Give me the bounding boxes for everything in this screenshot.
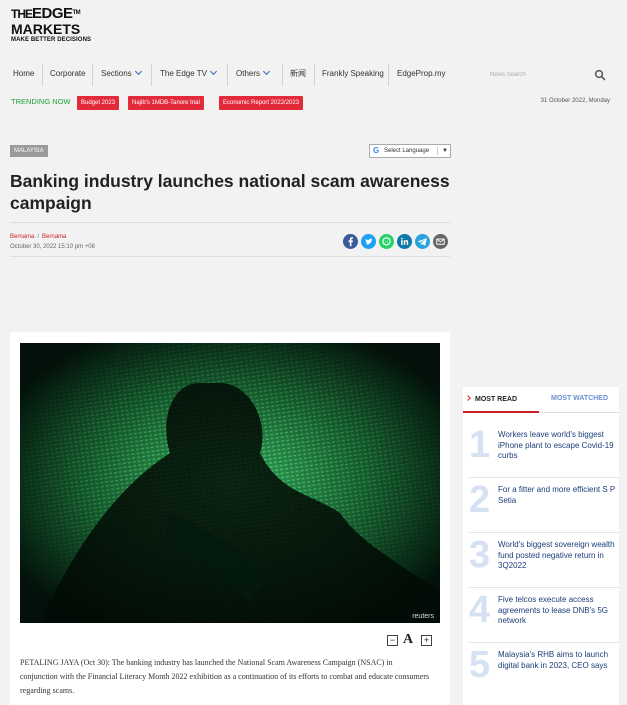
nav-divider <box>314 64 315 86</box>
nav-edgeprop[interactable]: EdgeProp.my <box>397 62 445 88</box>
publish-date: October 30, 2022 15:10 pm +08 <box>10 244 95 250</box>
logo-line2: MARKETS <box>11 21 81 37</box>
rank-number: 4 <box>469 589 491 631</box>
language-selector[interactable]: G Select Language ▼ <box>369 144 451 158</box>
nav-others[interactable]: Others <box>236 62 271 88</box>
image-credit: reuters <box>412 613 434 620</box>
tab-most-read[interactable]: MOST READ <box>465 395 517 403</box>
current-date: 31 October 2022, Monday <box>540 98 610 104</box>
nav-divider <box>151 64 152 86</box>
search-input[interactable] <box>483 66 587 84</box>
most-read-headline[interactable]: Five telcos execute access agreements to… <box>498 595 618 627</box>
facebook-icon[interactable] <box>343 234 358 249</box>
nav-sections[interactable]: Sections <box>101 62 142 88</box>
active-tab-indicator <box>463 411 539 413</box>
language-selector-label: Select Language <box>384 148 430 154</box>
trending-tag[interactable]: Economic Report 2022/2023 <box>219 96 304 110</box>
trending-label: TRENDING NOW <box>11 97 71 106</box>
google-icon: G <box>373 146 380 155</box>
site-header: THEEDGETM MARKETS MAKE BETTER DECISIONS <box>0 0 627 52</box>
sidebar-tabs: MOST READ MOST WATCHED <box>463 387 619 413</box>
rank-number: 5 <box>469 644 491 686</box>
nav-corporate[interactable]: Corporate <box>50 62 86 88</box>
byline-separator: / <box>37 234 40 240</box>
rank-number: 2 <box>469 479 491 521</box>
nav-divider <box>227 64 228 86</box>
byline: Bernama / Bernama <box>10 234 66 240</box>
nav-frankly-speaking[interactable]: Frankly Speaking <box>322 62 384 88</box>
telegram-icon[interactable] <box>415 234 430 249</box>
chevron-right-icon <box>465 395 471 401</box>
nav-divider <box>92 64 93 86</box>
most-read-item[interactable]: 2 For a fitter and more efficient S P Se… <box>469 478 619 533</box>
most-read-item[interactable]: 1 Workers leave world's biggest iPhone p… <box>469 423 619 478</box>
divider <box>10 222 450 223</box>
article-image[interactable]: reuters <box>20 343 440 623</box>
rank-number: 1 <box>469 424 491 466</box>
author-link[interactable]: Bernama <box>10 234 34 240</box>
chevron-down-icon <box>134 67 142 76</box>
trending-tag[interactable]: Budget 2023 <box>77 96 120 110</box>
nav-divider <box>282 64 283 86</box>
article-content: reuters − A + PETALING JAYA (Oct 30): Th… <box>10 332 450 705</box>
search-icon[interactable] <box>594 69 606 81</box>
most-read-headline[interactable]: Malaysia's RHB aims to launch digital ba… <box>498 650 618 671</box>
chevron-down-icon <box>209 67 218 76</box>
logo-line1: THEEDGETM <box>11 5 81 22</box>
font-size-label: A <box>403 632 414 647</box>
most-read-widget: MOST READ MOST WATCHED 1 Workers leave w… <box>463 387 619 705</box>
most-read-headline[interactable]: For a fitter and more efficient S P Seti… <box>498 485 618 506</box>
selector-divider <box>437 147 438 155</box>
nav-divider <box>42 64 43 86</box>
email-icon[interactable] <box>433 234 448 249</box>
linkedin-icon[interactable] <box>397 234 412 249</box>
most-read-item[interactable]: 5 Malaysia's RHB aims to launch digital … <box>469 643 619 698</box>
search-box <box>483 66 613 84</box>
most-read-headline[interactable]: World's biggest sovereign wealth fund po… <box>498 540 618 572</box>
article-body: PETALING JAYA (Oct 30): The banking indu… <box>20 658 430 695</box>
tab-most-watched[interactable]: MOST WATCHED <box>551 395 608 402</box>
trending-tag[interactable]: Najib's 1MDB-Tanore trial <box>128 96 204 110</box>
nav-edge-tv[interactable]: The Edge TV <box>160 62 218 88</box>
article-title: Banking industry launches national scam … <box>10 171 450 213</box>
twitter-icon[interactable] <box>361 234 376 249</box>
author-link[interactable]: Bernama <box>42 234 66 240</box>
nav-home[interactable]: Home <box>13 62 34 88</box>
divider <box>10 256 450 257</box>
font-decrease-button[interactable]: − <box>387 635 398 646</box>
nav-divider <box>388 64 389 86</box>
site-logo[interactable]: THEEDGETM MARKETS MAKE BETTER DECISIONS <box>11 6 101 46</box>
trending-bar: TRENDING NOW Budget 2023 Najib's 1MDB-Ta… <box>0 94 627 112</box>
most-read-item[interactable]: 3 World's biggest sovereign wealth fund … <box>469 533 619 588</box>
rank-number: 3 <box>469 534 491 576</box>
dropdown-arrow-icon: ▼ <box>442 148 448 154</box>
logo-tagline: MAKE BETTER DECISIONS <box>11 37 92 43</box>
most-read-headline[interactable]: Workers leave world's biggest iPhone pla… <box>498 430 618 462</box>
most-read-item[interactable]: 4 Five telcos execute access agreements … <box>469 588 619 643</box>
nav-chinese-news[interactable]: 新闻 <box>290 62 306 88</box>
font-increase-button[interactable]: + <box>421 635 432 646</box>
chevron-down-icon <box>262 67 271 76</box>
hacker-photo <box>20 343 440 623</box>
whatsapp-icon[interactable] <box>379 234 394 249</box>
category-badge[interactable]: MALAYSIA <box>10 145 48 157</box>
